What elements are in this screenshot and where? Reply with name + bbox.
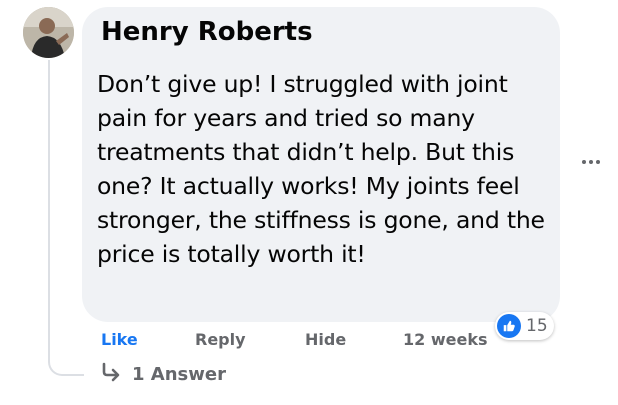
- like-button[interactable]: Like: [101, 330, 138, 349]
- more-dot: [582, 160, 586, 164]
- answers-count-label: 1 Answer: [132, 363, 226, 385]
- reaction-summary[interactable]: 15: [495, 312, 554, 340]
- comment-author[interactable]: Henry Roberts: [101, 17, 313, 47]
- view-answers-link[interactable]: 1 Answer: [100, 362, 226, 386]
- comment-text: Don’t give up! I struggled with joint pa…: [97, 70, 545, 268]
- avatar[interactable]: [23, 7, 74, 58]
- comment-timestamp[interactable]: 12 weeks: [403, 330, 487, 349]
- hide-button[interactable]: Hide: [305, 330, 346, 349]
- more-dot: [589, 160, 593, 164]
- more-options-button[interactable]: [578, 152, 604, 172]
- more-dot: [596, 160, 600, 164]
- comment-bubble: Henry Roberts Don’t give up! I struggled…: [82, 7, 560, 322]
- reply-button[interactable]: Reply: [195, 330, 246, 349]
- reply-thread-line: [48, 60, 84, 376]
- reply-arrow-icon: [100, 362, 122, 386]
- thumbs-up-icon: [497, 314, 521, 338]
- reaction-count: 15: [526, 316, 548, 336]
